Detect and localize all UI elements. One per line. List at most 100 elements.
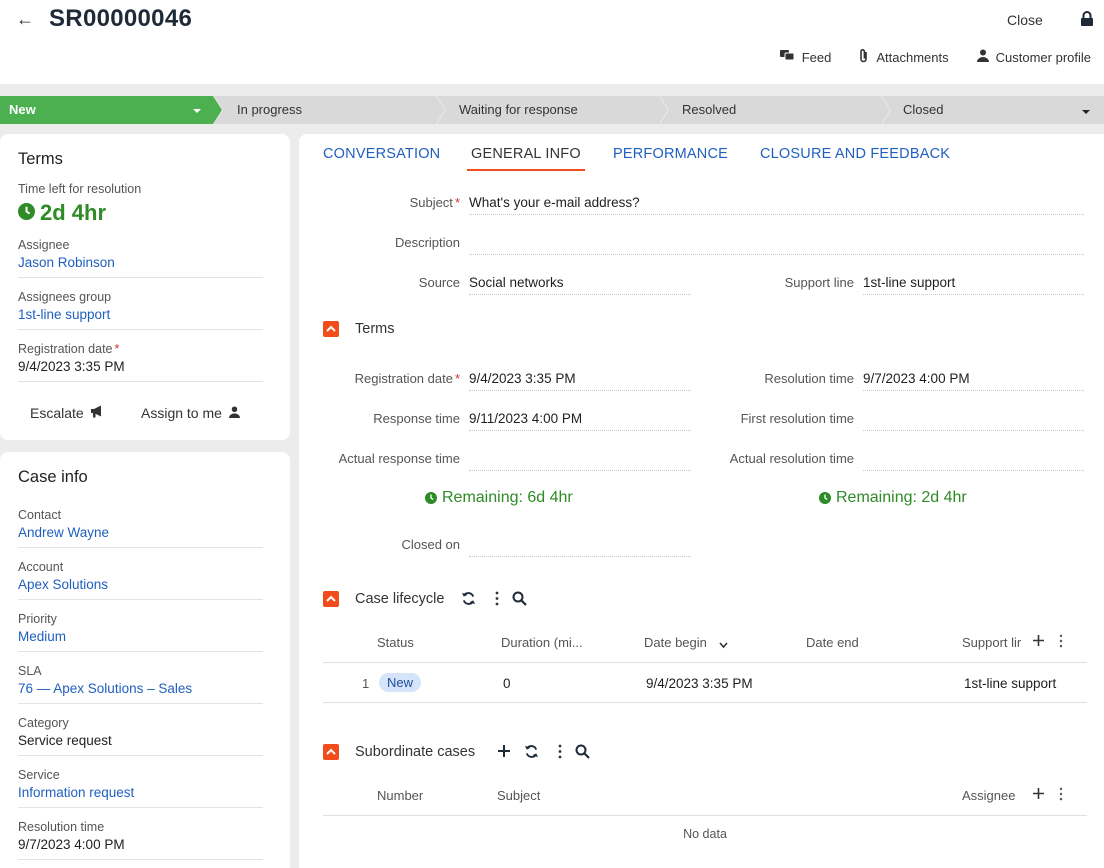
customer-profile-link-label: Customer profile <box>995 49 1091 65</box>
first-resolution-time-value[interactable] <box>863 407 1084 431</box>
person-icon <box>228 405 240 421</box>
description-label: Description <box>394 235 460 250</box>
person-icon <box>976 49 989 65</box>
search-icon[interactable] <box>575 744 590 762</box>
stage-waiting-for-response[interactable]: Waiting for response <box>459 96 578 124</box>
search-icon[interactable] <box>512 591 527 609</box>
assignees-group-value[interactable]: 1st-line support <box>18 307 263 322</box>
terms-registration-date-value[interactable]: 9/4/2023 3:35 PM <box>469 367 691 391</box>
terms-resolution-time-value[interactable]: 9/7/2023 4:00 PM <box>863 367 1084 391</box>
category-value[interactable]: Service request <box>18 733 263 748</box>
feed-link[interactable]: Feed <box>779 48 832 66</box>
col-support-line[interactable]: Support lir <box>962 635 1028 650</box>
priority-value[interactable]: Medium <box>18 629 263 644</box>
actual-response-time-value[interactable] <box>469 447 691 471</box>
registration-date-label: Registration date <box>18 342 113 356</box>
actual-resolution-time-value[interactable] <box>863 447 1084 471</box>
contact-field: Contact Andrew Wayne <box>18 508 263 548</box>
terms-card-title: Terms <box>18 150 63 168</box>
tab-conversation[interactable]: CONVERSATION <box>323 146 440 162</box>
source-value[interactable]: Social networks <box>469 271 691 295</box>
stage-resolved[interactable]: Resolved <box>682 96 736 124</box>
subject-label: Subject * <box>409 195 460 210</box>
chevron-down-icon[interactable] <box>1081 105 1091 120</box>
attachments-link[interactable]: Attachments <box>859 48 949 66</box>
col-date-end[interactable]: Date end <box>806 635 859 650</box>
add-column-icon[interactable] <box>1032 634 1045 650</box>
response-time-value[interactable]: 9/11/2023 4:00 PM <box>469 407 691 431</box>
more-vertical-icon[interactable] <box>1059 634 1063 651</box>
more-vertical-icon[interactable] <box>1059 787 1063 804</box>
remaining-response: Remaining: 6d 4hr <box>425 489 573 507</box>
terms-resolution-time-label: Resolution time <box>764 371 854 386</box>
contact-value[interactable]: Andrew Wayne <box>18 525 263 540</box>
stage-closed[interactable]: Closed <box>903 96 943 124</box>
terms-registration-date-label: Registration date * <box>354 371 460 386</box>
category-label: Category <box>18 716 69 730</box>
col-duration[interactable]: Duration (mi... <box>501 635 583 650</box>
account-value[interactable]: Apex Solutions <box>18 577 263 592</box>
account-label: Account <box>18 560 64 574</box>
refresh-icon[interactable] <box>461 591 476 609</box>
priority-field: Priority Medium <box>18 612 263 652</box>
escalate-button[interactable]: Escalate <box>30 405 104 421</box>
resolution-time-field: Resolution time 9/7/2023 4:00 PM <box>18 820 263 860</box>
assignee-label: Assignee <box>18 238 70 252</box>
remaining-resolution: Remaining: 2d 4hr <box>819 489 967 507</box>
service-value[interactable]: Information request <box>18 785 263 800</box>
close-button[interactable]: Close <box>1007 12 1043 28</box>
col-status[interactable]: Status <box>377 635 414 650</box>
col-date-begin[interactable]: Date begin <box>644 635 707 650</box>
service-field: Service Information request <box>18 768 263 808</box>
back-arrow-icon[interactable]: ← <box>16 9 34 30</box>
add-column-icon[interactable] <box>1032 787 1045 803</box>
lifecycle-section-toggle[interactable] <box>323 591 339 607</box>
tab-closure-and-feedback[interactable]: CLOSURE AND FEEDBACK <box>760 146 950 162</box>
closed-on-value[interactable] <box>469 533 691 557</box>
page-title: SR00000046 <box>49 5 193 32</box>
tab-performance[interactable]: PERFORMANCE <box>613 146 728 162</box>
case-info-title: Case info <box>18 468 88 486</box>
add-icon[interactable] <box>497 744 511 761</box>
service-label: Service <box>18 768 60 782</box>
empty-state-text: No data <box>683 827 727 841</box>
sla-label: SLA <box>18 664 42 678</box>
resolution-time-value[interactable]: 9/7/2023 4:00 PM <box>18 837 263 852</box>
priority-label: Priority <box>18 612 57 626</box>
registration-date-value[interactable]: 9/4/2023 3:35 PM <box>18 359 263 374</box>
row-support-line: 1st-line support <box>964 676 1057 691</box>
assignee-value[interactable]: Jason Robinson <box>18 255 263 270</box>
subordinate-section-toggle[interactable] <box>323 744 339 760</box>
sla-value[interactable]: 76 — Apex Solutions – Sales <box>18 681 263 696</box>
tab-general-info[interactable]: GENERAL INFO <box>471 146 581 162</box>
col-number[interactable]: Number <box>377 788 423 803</box>
feed-icon <box>779 49 795 65</box>
stage-in-progress[interactable]: In progress <box>237 96 302 124</box>
subject-value[interactable]: What's your e-mail address? <box>469 191 1084 215</box>
clock-icon <box>425 492 437 504</box>
first-resolution-time-label: First resolution time <box>740 411 854 426</box>
more-vertical-icon[interactable] <box>558 744 562 762</box>
actual-resolution-time-label: Actual resolution time <box>729 451 854 466</box>
chevron-up-icon <box>326 748 336 755</box>
feed-link-label: Feed <box>801 49 832 65</box>
col-assignee[interactable]: Assignee <box>962 788 1015 803</box>
customer-profile-link[interactable]: Customer profile <box>976 48 1091 66</box>
assign-to-me-button[interactable]: Assign to me <box>141 405 240 421</box>
lock-icon[interactable] <box>1080 11 1094 30</box>
col-subject[interactable]: Subject <box>497 788 540 803</box>
more-vertical-icon[interactable] <box>495 591 499 609</box>
subordinate-header-divider <box>323 815 1087 816</box>
time-left-value: 2d 4hr <box>18 200 106 226</box>
sort-down-icon[interactable] <box>719 637 728 652</box>
actual-response-time-label: Actual response time <box>338 451 460 466</box>
description-value[interactable] <box>469 231 1084 255</box>
row-date-begin: 9/4/2023 3:35 PM <box>646 676 753 691</box>
response-time-label: Response time <box>373 411 460 426</box>
time-left-label: Time left for resolution <box>18 182 142 196</box>
terms-section-toggle[interactable] <box>323 321 339 337</box>
refresh-icon[interactable] <box>524 744 539 762</box>
stage-dropdown-icon[interactable] <box>192 104 202 119</box>
support-line-value[interactable]: 1st-line support <box>863 271 1084 295</box>
stage-new[interactable]: New <box>9 96 36 124</box>
